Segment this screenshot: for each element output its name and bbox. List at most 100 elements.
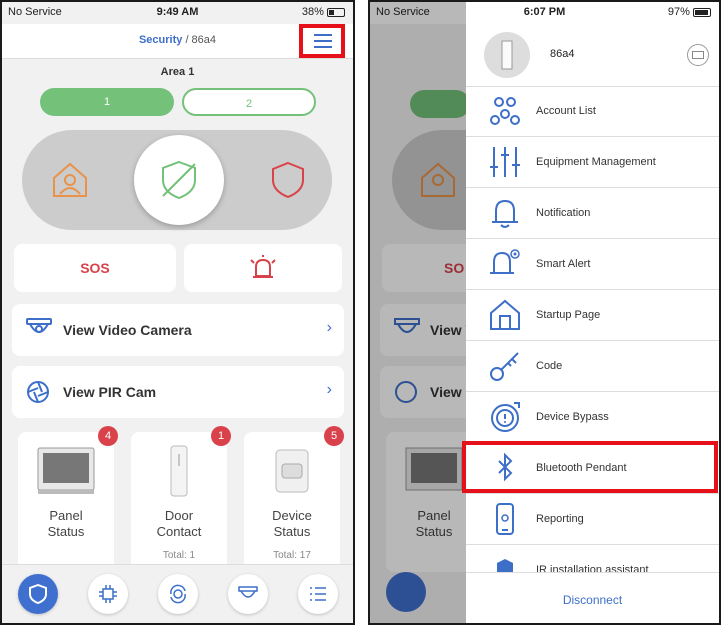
count-badge: 4 bbox=[98, 426, 118, 446]
partition-2-button[interactable]: 2 bbox=[182, 88, 316, 116]
aperture-icon bbox=[27, 381, 49, 403]
users-icon bbox=[490, 97, 520, 125]
menu-label: Account List bbox=[536, 105, 596, 117]
key-icon bbox=[490, 352, 519, 381]
sos-button[interactable]: SOS bbox=[14, 244, 176, 292]
menu-label: Reporting bbox=[536, 513, 584, 525]
battery-percent: 97% bbox=[667, 6, 690, 18]
device-status-card[interactable]: 5 Device Status Total: 17 bbox=[244, 426, 344, 572]
door-sensor-icon bbox=[170, 445, 188, 497]
home-icon bbox=[490, 299, 520, 330]
shield-off-icon bbox=[162, 160, 196, 200]
menu-label: Code bbox=[536, 360, 563, 372]
status-bar: No Service 9:49 AM 38% bbox=[2, 2, 353, 24]
card-icon bbox=[692, 51, 704, 59]
disconnect-button[interactable]: Disconnect bbox=[466, 593, 719, 607]
menu-item-notification[interactable]: Notification bbox=[466, 188, 719, 239]
count-badge: 1 bbox=[211, 426, 231, 446]
card-line2: Status bbox=[47, 524, 85, 539]
chevron-right-icon: › bbox=[326, 319, 332, 336]
card-line1: Door bbox=[164, 508, 194, 523]
camera-icon bbox=[238, 586, 258, 598]
nav-scenes[interactable] bbox=[158, 574, 198, 614]
menu-button[interactable] bbox=[299, 24, 345, 58]
menu-item-smart-alert[interactable]: Smart Alert bbox=[466, 239, 719, 290]
shield-icon bbox=[272, 161, 304, 199]
panel-device-icon bbox=[501, 40, 513, 70]
battery-indicator: 97% bbox=[668, 6, 711, 18]
battery-icon bbox=[327, 7, 345, 17]
menu-label: Device Bypass bbox=[536, 411, 609, 423]
switch-account-button[interactable] bbox=[687, 44, 709, 66]
area-label: Area 1 bbox=[160, 66, 195, 78]
phone-icon bbox=[496, 503, 514, 535]
alarm-bell-icon bbox=[250, 255, 276, 278]
card-line2: Contact bbox=[156, 524, 202, 539]
drawer-overlay[interactable] bbox=[370, 2, 466, 623]
row-label: View Video Camera bbox=[63, 322, 192, 338]
side-drawer: 86a4 Account List Equipment Management N… bbox=[466, 24, 719, 623]
view-video-camera-row[interactable]: View Video Camera › bbox=[12, 304, 344, 356]
pir-sensor-icon bbox=[275, 449, 309, 493]
menu-item-code[interactable]: Code bbox=[466, 341, 719, 392]
chip-icon bbox=[99, 585, 117, 603]
battery-indicator: 38% bbox=[302, 6, 345, 18]
count-badge: 5 bbox=[324, 426, 344, 446]
right-phone-screen: No Service 6:07 PM 97% SO View V View P … bbox=[368, 0, 721, 625]
shield-icon bbox=[29, 584, 47, 604]
partition-1-button[interactable]: 1 bbox=[40, 88, 174, 116]
camera-icon bbox=[26, 318, 52, 333]
panel-device-icon bbox=[37, 447, 95, 494]
bypass-icon bbox=[491, 402, 520, 432]
list-icon bbox=[310, 587, 326, 601]
battery-icon bbox=[693, 7, 711, 17]
nav-more[interactable] bbox=[298, 574, 338, 614]
nav-automation[interactable] bbox=[88, 574, 128, 614]
card-line2: Status bbox=[273, 524, 311, 539]
menu-label: Startup Page bbox=[536, 309, 601, 321]
battery-percent: 38% bbox=[301, 6, 324, 18]
title-sub: / 86a4 bbox=[185, 34, 217, 46]
menu-item-startup-page[interactable]: Startup Page bbox=[466, 290, 719, 341]
alarm-button[interactable] bbox=[184, 244, 342, 292]
bottom-nav bbox=[2, 564, 353, 623]
menu-label: Notification bbox=[536, 207, 591, 219]
bell-icon bbox=[492, 199, 518, 228]
menu-item-equipment-management[interactable]: Equipment Management bbox=[466, 137, 719, 188]
nav-camera[interactable] bbox=[228, 574, 268, 614]
card-title: Device Status bbox=[244, 508, 340, 540]
card-total: Total: 1 bbox=[162, 550, 196, 561]
highlight-box bbox=[462, 441, 718, 493]
clock: 9:49 AM bbox=[156, 6, 199, 18]
drawer-header: 86a4 bbox=[466, 24, 719, 87]
card-total: Total: 17 bbox=[273, 550, 311, 561]
menu-item-device-bypass[interactable]: Device Bypass bbox=[466, 392, 719, 443]
card-title: Panel Status bbox=[18, 508, 114, 540]
account-name: 86a4 bbox=[550, 48, 575, 60]
row-label: View PIR Cam bbox=[63, 384, 157, 400]
smart-bell-icon bbox=[490, 249, 520, 274]
menu-label: Equipment Management bbox=[536, 156, 656, 168]
menu-item-reporting[interactable]: Reporting bbox=[466, 494, 719, 545]
card-title: Door Contact bbox=[131, 508, 227, 540]
disarm-button[interactable] bbox=[134, 135, 224, 225]
avatar bbox=[484, 32, 530, 78]
title-main: Security bbox=[138, 34, 183, 46]
view-pir-cam-row[interactable]: View PIR Cam › bbox=[12, 366, 344, 418]
home-arm-button[interactable] bbox=[50, 160, 90, 205]
sliders-icon bbox=[490, 147, 520, 177]
panel-status-card[interactable]: 4 Panel Status bbox=[18, 426, 118, 572]
nav-security[interactable] bbox=[18, 574, 58, 614]
card-line1: Panel bbox=[49, 508, 83, 523]
chevron-right-icon: › bbox=[326, 381, 332, 398]
hamburger-icon bbox=[314, 34, 332, 48]
rotate-icon bbox=[170, 584, 186, 604]
header: Security / 86a4 bbox=[2, 24, 353, 59]
menu-label: Smart Alert bbox=[536, 258, 591, 270]
away-arm-button[interactable] bbox=[268, 160, 308, 205]
card-line1: Device bbox=[272, 508, 312, 523]
home-person-icon bbox=[53, 162, 87, 197]
menu-item-account-list[interactable]: Account List bbox=[466, 86, 719, 137]
left-phone-screen: No Service 9:49 AM 38% Security / 86a4 A… bbox=[0, 0, 355, 625]
door-contact-card[interactable]: 1 Door Contact Total: 1 bbox=[131, 426, 231, 572]
